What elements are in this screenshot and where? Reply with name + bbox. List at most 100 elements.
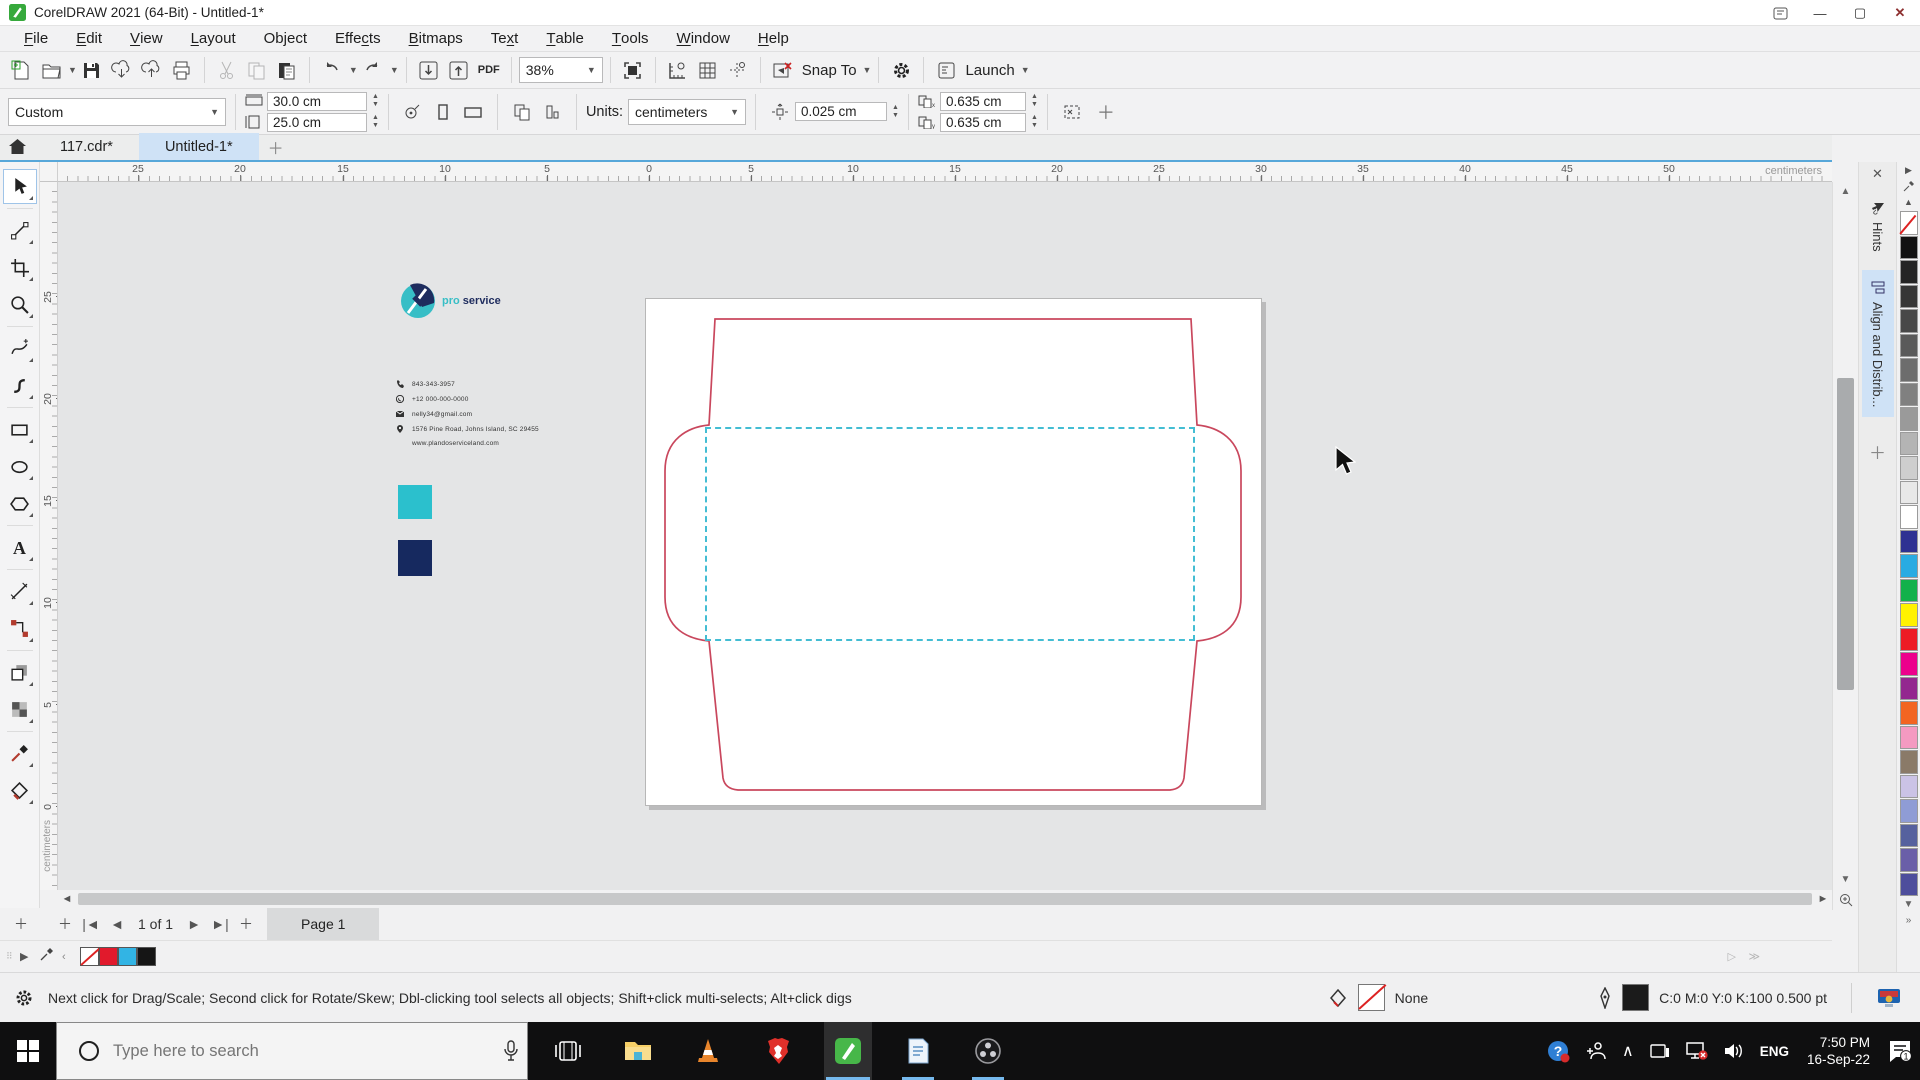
people-tray-icon[interactable] (1578, 1022, 1614, 1080)
start-button[interactable] (0, 1022, 56, 1080)
snap-to-dropdown-arrow[interactable]: ▼ (863, 65, 872, 75)
palette-swatch[interactable] (1899, 235, 1918, 259)
add-page-button[interactable]: ＋ (52, 914, 78, 934)
file-explorer-icon[interactable] (614, 1022, 662, 1080)
palette-swatch[interactable] (1899, 431, 1918, 455)
ellipse-tool[interactable] (4, 450, 36, 483)
palette-scroll-up[interactable]: ▲ (1904, 194, 1913, 210)
status-gear-icon[interactable] (14, 988, 34, 1008)
next-page-button[interactable]: ► (181, 916, 207, 932)
home-tab-icon[interactable] (0, 133, 34, 160)
docker-add-button[interactable]: ＋ (1869, 439, 1886, 464)
drop-shadow-tool[interactable] (4, 656, 36, 689)
menu-item-window[interactable]: Window (663, 26, 744, 51)
show-guidelines-button[interactable] (723, 55, 753, 85)
toolbox-customize-add[interactable]: ＋ (8, 914, 34, 934)
docker-tab-hints[interactable]: ? Hints (1862, 190, 1894, 262)
new-tab-button[interactable]: ＋ (259, 133, 293, 160)
palette-swatch[interactable] (1899, 480, 1918, 504)
page-marks-button[interactable] (398, 97, 428, 127)
doc-palette-eyedropper-icon[interactable] (40, 947, 62, 966)
units-combo[interactable]: centimeters ▼ (628, 98, 747, 125)
palette-swatch[interactable] (1899, 676, 1918, 700)
current-page-button[interactable] (537, 97, 567, 127)
menu-item-bitmaps[interactable]: Bitmaps (395, 26, 477, 51)
palette-swatch[interactable] (1899, 725, 1918, 749)
menu-item-object[interactable]: Ob j ect (250, 26, 321, 51)
pro-service-logo[interactable]: pro service (400, 281, 560, 321)
palette-flyout-arrow[interactable]: ▶ (1905, 162, 1912, 178)
pan-zoom-button[interactable] (1833, 890, 1858, 910)
snap-to-label[interactable]: Snap To (802, 62, 857, 79)
palette-swatch[interactable] (1899, 578, 1918, 602)
vlc-icon[interactable] (684, 1022, 732, 1080)
palette-swatch[interactable] (1899, 358, 1918, 382)
page-1-tab[interactable]: Page 1 (267, 908, 380, 940)
palette-swatch[interactable] (1899, 627, 1918, 651)
page-height-field[interactable]: 25.0 cm (267, 112, 367, 132)
docker-close-icon[interactable]: ✕ (1872, 162, 1883, 186)
palette-scroll-down[interactable]: ▼ (1904, 896, 1914, 912)
color-proof-icon[interactable] (1876, 987, 1902, 1009)
doc-palette-swatch[interactable] (118, 947, 137, 966)
outline-color-swatch[interactable] (1622, 984, 1650, 1011)
page-width-field[interactable]: 30.0 cm (267, 91, 367, 111)
palette-swatch[interactable] (1899, 407, 1918, 431)
fill-none-swatch[interactable] (1357, 984, 1385, 1011)
doc-palette-scroll-right[interactable]: ▷ (1728, 950, 1736, 963)
palette-swatch[interactable] (1899, 505, 1918, 529)
doc-palette-expand[interactable]: ≫ (1748, 950, 1760, 963)
menu-item-help[interactable]: Help (744, 26, 803, 51)
scroll-left-arrow[interactable]: ◄ (58, 893, 76, 905)
coreldraw-taskbar-icon[interactable] (824, 1022, 872, 1080)
shape-tool[interactable] (4, 214, 36, 247)
transparency-tool[interactable] (4, 693, 36, 726)
zoom-tool[interactable] (4, 288, 36, 321)
document-tab-untitled1[interactable]: Untitled-1* (138, 133, 259, 160)
freehand-tool[interactable] (4, 332, 36, 365)
propbar-add-button[interactable]: ＋ (1097, 99, 1115, 125)
palette-swatch-none[interactable] (1899, 211, 1918, 235)
taskbar-search[interactable] (56, 1022, 528, 1080)
horizontal-ruler[interactable]: centimeters 25 20 15 10 5 0 5 10 15 20 25 30 35 40 45 5… (58, 162, 1832, 182)
palette-swatch[interactable] (1899, 603, 1918, 627)
menu-item-layout[interactable]: Layout (177, 26, 250, 51)
menu-item-text[interactable]: Te x t (477, 26, 533, 51)
doc-palette-scroll-left[interactable]: ‹ (62, 951, 80, 963)
show-rulers-button[interactable] (663, 55, 693, 85)
doc-palette-swatch[interactable] (99, 947, 118, 966)
doc-palette-flyout[interactable]: ▶ (20, 950, 40, 963)
menu-item-table[interactable]: Table (532, 26, 598, 51)
save-button[interactable] (77, 55, 107, 85)
palette-swatch[interactable] (1899, 799, 1918, 823)
treat-as-filled-button[interactable] (1057, 97, 1087, 127)
duplicate-y-field[interactable]: 0.635 cm (939, 112, 1026, 132)
last-page-button[interactable]: ►| (207, 916, 233, 932)
pick-tool[interactable] (2, 169, 37, 204)
zoom-level-combo[interactable]: 38% ▼ (518, 57, 603, 83)
ruler-origin-corner[interactable] (40, 162, 58, 182)
drawing-canvas[interactable]: pro service 843-343-3957 +12 000-000-0000… (58, 182, 1832, 890)
import-cloud-button[interactable] (107, 55, 137, 85)
menu-item-tools[interactable]: Tools (598, 26, 663, 51)
search-input[interactable] (113, 1041, 443, 1061)
palette-swatch[interactable] (1899, 848, 1918, 872)
scroll-up-arrow[interactable]: ▲ (1833, 182, 1858, 200)
all-pages-button[interactable] (507, 97, 537, 127)
palette-swatch[interactable] (1899, 529, 1918, 553)
undo-dropdown-arrow[interactable]: ▼ (349, 65, 358, 75)
fullscreen-preview-button[interactable] (618, 55, 648, 85)
page-size-preset-combo[interactable]: Custom ▼ (8, 97, 226, 126)
palette-swatch[interactable] (1899, 260, 1918, 284)
previous-page-button[interactable]: ◄ (104, 916, 130, 932)
color-eyedropper-tool[interactable] (4, 737, 36, 770)
document-tab-117cdr[interactable]: 117.cdr* (34, 133, 139, 160)
teal-color-square[interactable] (398, 485, 432, 519)
palette-swatch[interactable] (1899, 774, 1918, 798)
palette-swatch[interactable] (1899, 382, 1918, 406)
print-button[interactable] (167, 55, 197, 85)
palette-swatch[interactable] (1899, 554, 1918, 578)
volume-icon[interactable] (1716, 1022, 1752, 1080)
add-page-button-2[interactable]: ＋ (233, 914, 259, 934)
scroll-right-arrow[interactable]: ► (1814, 893, 1832, 905)
